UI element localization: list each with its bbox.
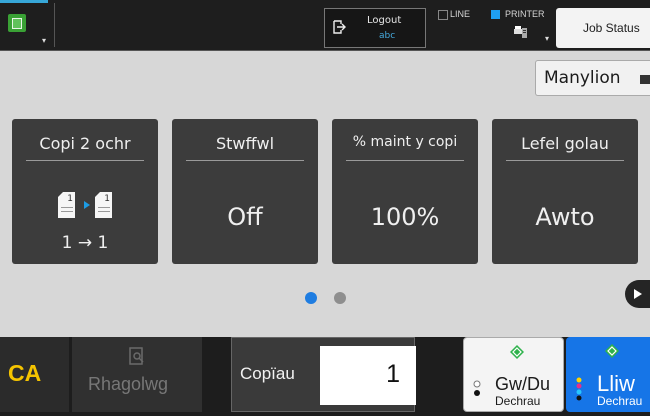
line-checkbox[interactable]	[438, 10, 448, 20]
printer-label: PRINTER	[505, 9, 545, 19]
arrow-right-icon	[640, 75, 650, 84]
job-status-button[interactable]: Job Status	[556, 8, 650, 48]
home-button[interactable]: ▾	[0, 3, 55, 47]
start-diamond-icon	[605, 344, 619, 358]
play-next-icon	[634, 289, 642, 299]
tile-staple[interactable]: Stwffwl Off	[172, 119, 318, 264]
preview-icon	[129, 347, 144, 365]
bw-toner-icon	[473, 380, 481, 396]
duplex-arrow-icon	[84, 201, 90, 209]
color-start-button[interactable]: Lliw Dechrau	[566, 337, 650, 412]
bw-label: Gw/Du	[495, 374, 551, 394]
tile-title: Lefel golau	[521, 134, 609, 153]
home-caret-icon: ▾	[42, 36, 47, 45]
bw-sub-label: Dechrau	[495, 394, 541, 408]
preview-button[interactable]: Rhagolwg	[72, 337, 202, 412]
printer-checkbox[interactable]	[491, 10, 500, 19]
original-document-icon: 1	[58, 192, 75, 218]
tile-value: Awto	[535, 203, 595, 231]
tile-separator	[346, 160, 464, 161]
page-dot-active[interactable]	[305, 292, 317, 304]
tile-exposure[interactable]: Lefel golau Awto	[492, 119, 638, 264]
logout-button[interactable]: Logout abc	[324, 8, 426, 48]
copies-label: Copïau	[240, 364, 295, 383]
manual-label: Manylion	[544, 68, 621, 88]
bottom-bar: CA Rhagolwg Copïau 1 Gw/Du Dechrau Lliw …	[0, 337, 650, 416]
duplex-mode-text: 1 → 1	[61, 233, 109, 253]
home-copy-icon	[8, 14, 26, 32]
tile-title: Stwffwl	[215, 134, 275, 153]
copies-group: Copïau 1	[231, 337, 416, 412]
tile-value: Off	[227, 203, 263, 231]
tile-title: % maint y copi	[352, 134, 458, 150]
logout-icon	[333, 20, 346, 34]
color-sub-label: Dechrau	[597, 394, 643, 408]
copies-input[interactable]: 1	[320, 346, 416, 405]
clear-all-button[interactable]: CA	[0, 337, 69, 412]
manual-button[interactable]: Manylion	[535, 60, 650, 96]
tile-value: 100%	[370, 203, 440, 231]
doc-right-number: 1	[104, 194, 110, 204]
tile-duplex-copy[interactable]: Copi 2 ochr 1 1 1 → 1	[12, 119, 158, 264]
tile-copy-ratio[interactable]: % maint y copi 100%	[332, 119, 478, 264]
start-diamond-icon	[510, 345, 524, 359]
clear-all-label: CA	[8, 360, 42, 386]
bw-start-button[interactable]: Gw/Du Dechrau	[463, 337, 564, 412]
logged-in-user: abc	[379, 31, 396, 41]
tile-separator	[26, 160, 144, 161]
tile-title: Copi 2 ochr	[39, 134, 131, 153]
copy-document-icon: 1	[95, 192, 112, 218]
logout-label: Logout	[367, 15, 402, 26]
next-page-button[interactable]	[625, 280, 650, 308]
color-toner-icon	[576, 377, 582, 401]
page-dot-inactive[interactable]	[334, 292, 346, 304]
line-label: LINE	[450, 9, 471, 19]
tile-separator	[186, 160, 304, 161]
printer-caret-icon: ▾	[545, 34, 550, 43]
tile-separator	[506, 160, 624, 161]
doc-left-number: 1	[67, 194, 73, 204]
preview-label: Rhagolwg	[88, 374, 169, 394]
printer-icon[interactable]	[512, 25, 528, 39]
top-bar: ▾ Logout abc LINE PRINTER ▾ Job Status	[0, 0, 650, 51]
copies-value: 1	[386, 360, 400, 388]
